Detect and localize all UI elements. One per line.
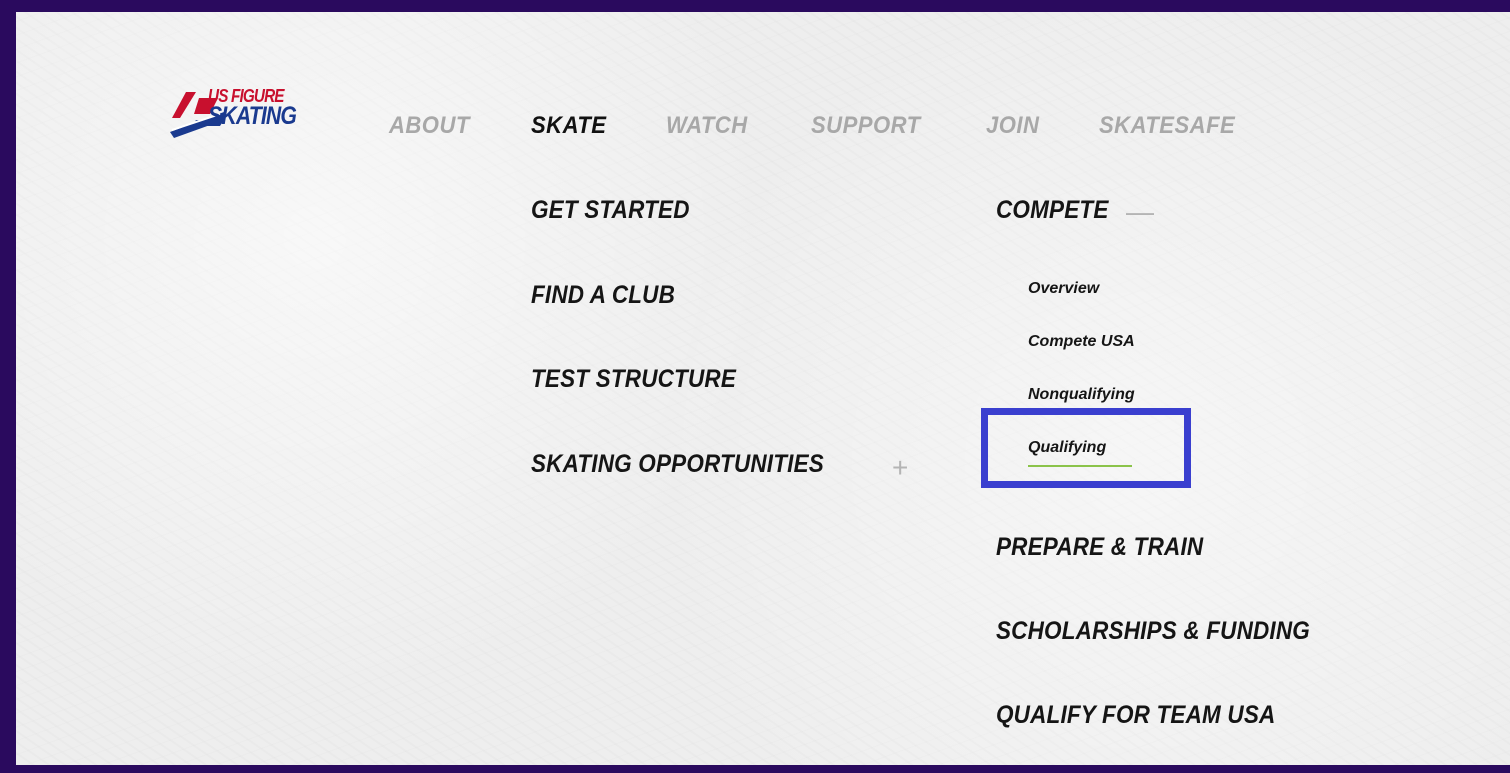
submenu-overview[interactable]: Overview	[1028, 280, 1099, 298]
menu-get-started[interactable]: GET STARTED	[531, 196, 690, 225]
submenu-nonqualifying[interactable]: Nonqualifying	[1028, 386, 1135, 404]
nav-about[interactable]: ABOUT	[389, 112, 470, 140]
menu-skating-opportunities[interactable]: SKATING OPPORTUNITIES	[531, 450, 824, 479]
nav-skatesafe[interactable]: SKATESAFE	[1099, 112, 1235, 140]
menu-prepare-train[interactable]: PREPARE & TRAIN	[996, 533, 1203, 562]
menu-find-a-club[interactable]: FIND A CLUB	[531, 281, 675, 310]
highlight-annotation-box	[981, 408, 1191, 488]
collapse-minus-icon[interactable]: —	[1126, 198, 1154, 226]
menu-test-structure[interactable]: TEST STRUCTURE	[531, 365, 736, 394]
expand-plus-icon[interactable]: +	[892, 454, 908, 482]
menu-qualify-team-usa[interactable]: QUALIFY FOR TEAM USA	[996, 701, 1275, 730]
nav-join[interactable]: JOIN	[986, 112, 1039, 140]
page-background: US FIGURE SKATING ABOUT SKATE WATCH SUPP…	[16, 12, 1510, 765]
menu-scholarships-funding[interactable]: SCHOLARSHIPS & FUNDING	[996, 617, 1310, 646]
us-figure-skating-logo[interactable]: US FIGURE SKATING	[166, 84, 346, 144]
nav-skate[interactable]: SKATE	[531, 112, 606, 140]
nav-support[interactable]: SUPPORT	[811, 112, 921, 140]
submenu-compete-usa[interactable]: Compete USA	[1028, 333, 1135, 351]
nav-watch[interactable]: WATCH	[666, 112, 748, 140]
menu-compete[interactable]: COMPETE	[996, 196, 1109, 225]
logo-line-2: SKATING	[208, 102, 297, 130]
